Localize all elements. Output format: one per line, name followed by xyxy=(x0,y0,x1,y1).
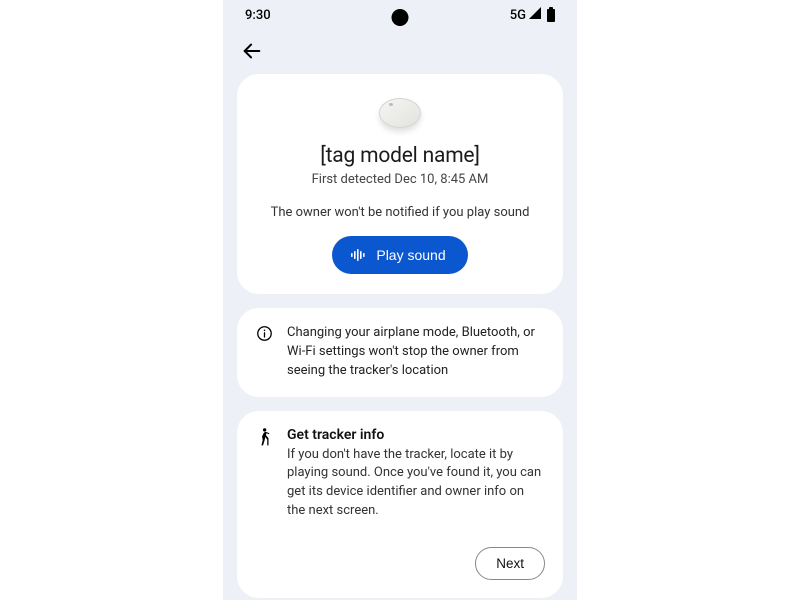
tag-title: [tag model name] xyxy=(257,144,543,168)
next-row: Next xyxy=(255,547,545,580)
play-notice: The owner won't be notified if you play … xyxy=(257,205,543,220)
tracker-title: Get tracker info xyxy=(287,427,545,443)
status-time: 9:30 xyxy=(245,8,271,23)
back-button[interactable] xyxy=(241,40,263,62)
play-sound-button[interactable]: Play sound xyxy=(332,236,467,274)
tracker-text: If you don't have the tracker, locate it… xyxy=(287,446,545,521)
info-icon xyxy=(255,324,273,342)
tracker-info-card: Get tracker info If you don't have the t… xyxy=(237,411,563,598)
tracker-body: Get tracker info If you don't have the t… xyxy=(287,427,545,521)
info-text: Changing your airplane mode, Bluetooth, … xyxy=(287,324,545,381)
battery-icon xyxy=(547,9,555,22)
info-card: Changing your airplane mode, Bluetooth, … xyxy=(237,308,563,397)
tag-image xyxy=(378,96,422,132)
walk-icon xyxy=(255,427,273,446)
status-right: 5G xyxy=(510,7,555,23)
tag-subtitle: First detected Dec 10, 8:45 AM xyxy=(257,172,543,187)
sound-icon xyxy=(350,248,366,262)
play-sound-label: Play sound xyxy=(376,247,445,263)
signal-icon xyxy=(528,7,542,23)
network-label: 5G xyxy=(510,8,526,23)
back-row xyxy=(223,30,577,68)
tag-hero-card: [tag model name] First detected Dec 10, … xyxy=(237,74,563,294)
next-label: Next xyxy=(496,556,524,571)
next-button[interactable]: Next xyxy=(475,547,545,580)
content: [tag model name] First detected Dec 10, … xyxy=(223,68,577,598)
camera-punch xyxy=(392,9,409,26)
phone-frame: 9:30 5G [tag model name] First detected … xyxy=(223,0,577,600)
